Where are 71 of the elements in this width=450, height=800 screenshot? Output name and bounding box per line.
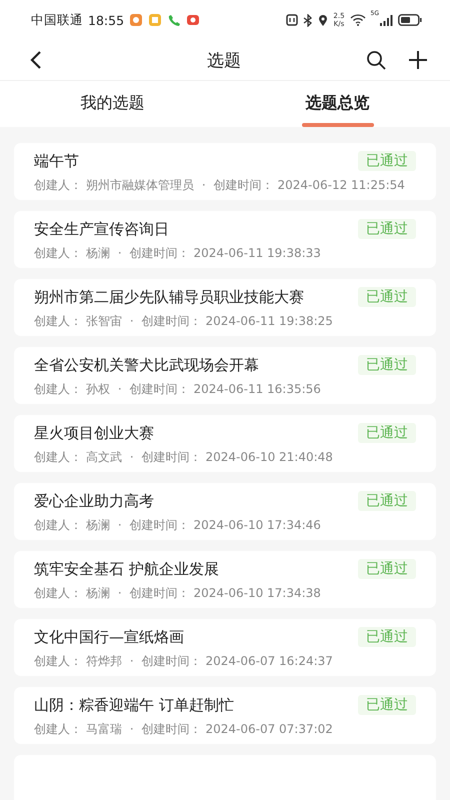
add-icon[interactable] [408,50,428,70]
separator-dot: · [118,518,122,532]
app-notification-icon [186,13,200,27]
created-time-text: 创建时间： 2024-06-11 16:35:56 [130,382,321,396]
status-badge: 已通过 [358,559,416,579]
topic-card[interactable]: 全省公安机关警犬比武现场会开幕 已通过 创建人： 孙权 · 创建时间： 2024-06-11 16:35:56 [14,347,436,404]
separator-dot: · [130,722,134,736]
created-time-text: 创建时间： 2024-06-10 17:34:46 [130,518,321,532]
created-time-text: 创建时间： 2024-06-07 07:37:02 [142,722,333,736]
separator-dot: · [202,178,206,192]
clock: 18:55 [88,12,124,28]
back-icon[interactable] [30,50,42,70]
topic-card[interactable]: 安全生产宣传咨询日 已通过 创建人： 杨澜 · 创建时间： 2024-06-11 19:38:33 [14,211,436,268]
status-badge: 已通过 [358,219,416,239]
created-time-text: 创建时间： 2024-06-11 19:38:33 [130,246,321,260]
signal-icon [380,14,393,26]
creator-text: 创建人： 孙权 [34,382,110,396]
created-time-text: 创建时间： 2024-06-10 21:40:48 [142,450,333,464]
battery-icon [398,14,422,26]
created-time-text: 创建时间： 2024-06-10 17:34:38 [130,586,321,600]
topic-title: 安全生产宣传咨询日 [34,219,169,239]
separator-dot: · [130,450,134,464]
status-badge: 已通过 [358,695,416,715]
separator-dot: · [118,246,122,260]
topic-card[interactable]: 爱心企业助力高考 已通过 创建人： 杨澜 · 创建时间： 2024-06-10 17:34:46 [14,483,436,540]
topic-card[interactable]: 文化中国行—宣纸烙画 已通过 创建人： 符烨邦 · 创建时间： 2024-06-07 16:24:37 [14,619,436,676]
topic-card[interactable]: 星火项目创业大赛 已通过 创建人： 高文武 · 创建时间： 2024-06-10 21:40:48 [14,415,436,472]
topic-title: 全省公安机关警犬比武现场会开幕 [34,355,259,375]
topic-card[interactable]: 山阴：粽香迎端午 订单赶制忙 已通过 创建人： 马富瑞 · 创建时间： 2024-06-07 07:37:02 [14,687,436,744]
topic-card[interactable]: 朔州市第二届少先队辅导员职业技能大赛 已通过 创建人： 张智宙 · 创建时间： 2024-06-11 19:38:25 [14,279,436,336]
creator-text: 创建人： 杨澜 [34,586,110,600]
phone-icon [167,13,182,27]
status-badge: 已通过 [358,355,416,375]
topic-title: 星火项目创业大赛 [34,423,154,443]
topic-title: 文化中国行—宣纸烙画 [34,627,184,647]
creator-text: 创建人： 张智宙 [34,314,122,328]
created-time-text: 创建时间： 2024-06-12 11:25:54 [214,178,405,192]
separator-dot: · [118,382,122,396]
status-badge: 已通过 [358,151,416,171]
topic-title: 爱心企业助力高考 [34,491,154,511]
tab[interactable]: 选题总览 [225,81,450,127]
created-time-text: 创建时间： 2024-06-07 16:24:37 [142,654,333,668]
status-badge: 已通过 [358,287,416,307]
creator-text: 创建人： 符烨邦 [34,654,122,668]
tab[interactable]: 我的选题 [0,81,225,127]
creator-text: 创建人： 高文武 [34,450,122,464]
separator-dot: · [130,654,134,668]
creator-text: 创建人： 杨澜 [34,518,110,532]
topic-title: 筑牢安全基石 护航企业发展 [34,559,219,579]
topic-card[interactable]: 筑牢安全基石 护航企业发展 已通过 创建人： 杨澜 · 创建时间： 2024-06-10 17:34:38 [14,551,436,608]
location-icon [318,14,328,26]
carrier-name: 中国联通 [31,12,83,28]
separator-dot: · [130,314,134,328]
app-notification-icon [129,13,144,27]
app-notification-icon [148,13,162,27]
wifi-icon [350,14,366,26]
creator-text: 创建人： 马富瑞 [34,722,122,736]
topic-title: 山阴：粽香迎端午 订单赶制忙 [34,695,234,715]
search-icon[interactable] [366,50,386,70]
topic-title: 端午节 [34,151,79,171]
status-badge: 已通过 [358,627,416,647]
status-badge: 已通过 [358,491,416,511]
topic-title: 朔州市第二届少先队辅导员职业技能大赛 [34,287,304,307]
created-time-text: 创建时间： 2024-06-11 19:38:25 [142,314,333,328]
topic-card[interactable]: 端午节 已通过 创建人： 朔州市融媒体管理员 · 创建时间： 2024-06-12 11:25:54 [14,143,436,200]
page-title: 选题 [207,50,241,72]
bluetooth-icon [303,14,314,26]
creator-text: 创建人： 杨澜 [34,246,110,260]
status-badge: 已通过 [358,423,416,443]
creator-text: 创建人： 朔州市融媒体管理员 [34,178,194,192]
separator-dot: · [118,586,122,600]
